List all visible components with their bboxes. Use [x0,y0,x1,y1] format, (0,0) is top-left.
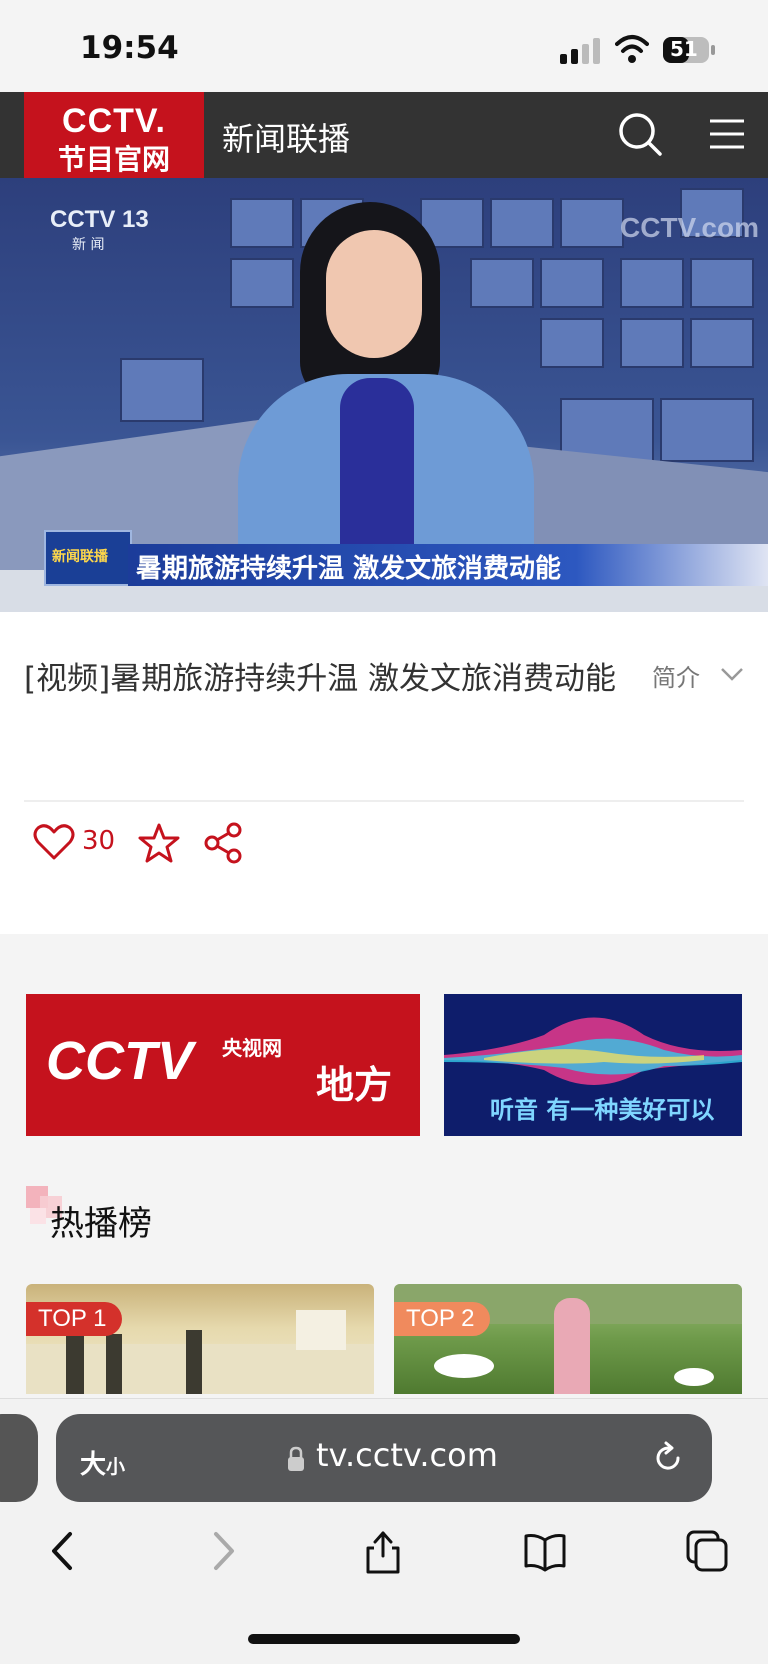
banner-local-logo: CCTV [46,1031,193,1091]
caption-bar: 暑期旅游持续升温 激发文旅消费动能 [128,544,768,586]
video-player[interactable]: CCTV 13 新 闻 CCTV.com 新闻联播 暑期旅游持续升温 激发文旅消… [0,178,768,612]
home-indicator [248,1634,520,1644]
logo-subtext: 节目官网 [57,143,170,176]
text-size-button[interactable]: 大小 [80,1444,125,1481]
back-icon[interactable] [40,1528,86,1574]
banner-audio[interactable]: 听音 有一种美好可以 [444,994,742,1136]
cctv-logo[interactable]: CCTV. 节目官网 [24,92,204,178]
tabs-icon[interactable] [684,1528,730,1574]
bookmarks-icon[interactable] [522,1528,568,1574]
banner-local-site: 央视网 [222,1036,282,1060]
star-icon[interactable] [138,822,180,864]
rank-badge: TOP 2 [394,1302,491,1336]
rank-badge: TOP 1 [26,1302,123,1336]
channel-logo: CCTV 13 [50,206,149,233]
hot-list-title: 热播榜 [50,1204,152,1244]
battery-indicator: 51 [662,36,716,64]
video-caption: 暑期旅游持续升温 激发文旅消费动能 [136,554,562,584]
watermark: CCTV.com [620,212,760,243]
lock-icon [288,1446,304,1471]
share-sheet-icon[interactable] [360,1528,406,1574]
wifi-icon [615,35,649,63]
logo-text: CCTV. [62,102,166,140]
heart-icon[interactable] [32,822,76,862]
sound-wave-graphic [444,1017,742,1085]
share-icon[interactable] [202,822,244,864]
caption-logo: 新闻联播 [44,530,132,586]
banner-local-label: 地方 [316,1063,393,1107]
menu-icon[interactable] [708,118,746,150]
channel-title: 新闻联播 [222,120,351,158]
divider [24,800,744,802]
battery-level: 51 [670,37,698,61]
url-text[interactable]: tv.cctv.com [316,1436,498,1474]
channel-logo-sub: 新 闻 [72,237,105,253]
status-time: 19:54 [80,30,179,66]
like-count: 30 [82,826,116,856]
video-title: [视频]暑期旅游持续升温 激发文旅消费动能 [24,661,617,697]
forward-icon[interactable] [200,1528,246,1574]
search-icon[interactable] [618,112,662,156]
banner-local[interactable]: CCTV 央视网 地方 [26,994,420,1136]
reload-icon[interactable] [650,1440,686,1476]
intro-toggle[interactable]: 简介 [652,658,700,693]
banner-audio-text: 听音 有一种美好可以 [490,1096,715,1124]
hot-list-item-1[interactable]: TOP 1 [26,1284,374,1394]
cellular-signal-icon [560,38,600,64]
previous-tab-preview[interactable] [0,1414,38,1502]
hot-list-item-2[interactable]: TOP 2 [394,1284,742,1394]
chevron-down-icon[interactable] [720,664,744,684]
